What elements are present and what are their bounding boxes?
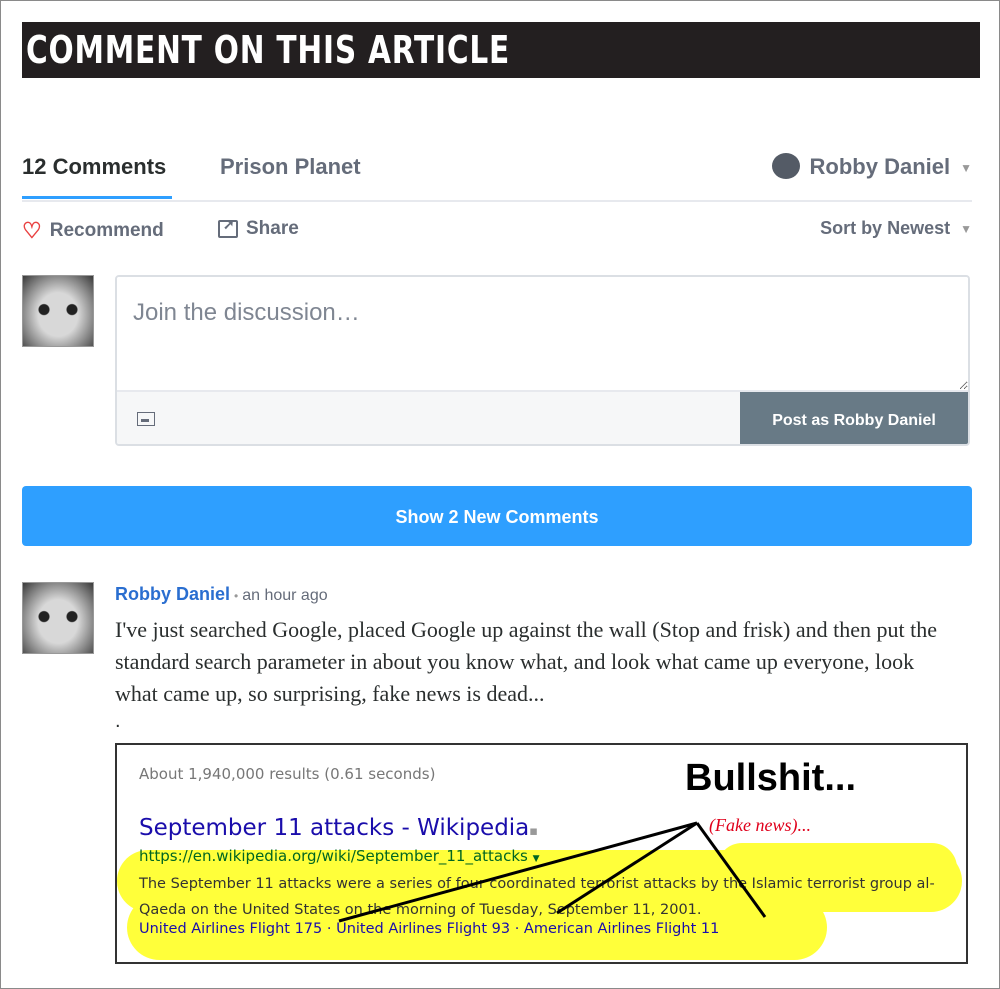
recommend-button[interactable]: ♡ Recommend xyxy=(22,218,164,244)
comment-tabs: 12 Comments Prison Planet Robby Daniel ▼ xyxy=(22,150,972,202)
annotation-small: (Fake news)... xyxy=(709,815,811,835)
image-upload-icon[interactable] xyxy=(137,412,155,426)
avatar[interactable] xyxy=(22,275,94,347)
chevron-down-icon: ▼ xyxy=(960,161,972,176)
separator-dot: • xyxy=(234,589,239,603)
comment-input[interactable] xyxy=(117,277,968,390)
share-button[interactable]: Share xyxy=(218,216,299,240)
post-button[interactable]: Post as Robby Daniel xyxy=(740,392,968,444)
comment-trailing: . xyxy=(115,710,121,732)
comment-author[interactable]: Robby Daniel xyxy=(115,584,230,604)
comment-time[interactable]: an hour ago xyxy=(242,587,327,604)
chevron-down-icon: ▼ xyxy=(960,222,972,237)
section-banner: COMMENT ON THIS ARTICLE xyxy=(22,22,980,78)
actions-bar: ♡ Recommend Share Sort by Newest ▼ xyxy=(22,216,972,248)
tab-site[interactable]: Prison Planet xyxy=(220,154,361,180)
share-icon xyxy=(218,216,238,238)
sort-dropdown[interactable]: Sort by Newest ▼ xyxy=(820,218,972,239)
heart-icon: ♡ xyxy=(22,218,42,243)
arrow-line xyxy=(556,821,698,915)
annotation-big: Bullshit... xyxy=(685,757,856,799)
recommend-label: Recommend xyxy=(49,220,164,241)
arrow-line xyxy=(695,822,767,918)
user-menu[interactable]: Robby Daniel ▼ xyxy=(771,153,972,181)
composer-toolbar: Post as Robby Daniel xyxy=(117,390,968,444)
arrow-line xyxy=(338,821,698,923)
user-bubble-icon xyxy=(771,153,800,180)
embedded-screenshot[interactable]: About 1,940,000 results (0.61 seconds) S… xyxy=(115,743,968,964)
sort-label: Sort by Newest xyxy=(820,218,951,238)
comment-body: I've just searched Google, placed Google… xyxy=(115,617,938,706)
comment-composer: Post as Robby Daniel xyxy=(115,275,970,446)
banner-title: COMMENT ON THIS ARTICLE xyxy=(26,28,511,72)
tab-comments[interactable]: 12 Comments xyxy=(22,154,173,199)
share-label: Share xyxy=(246,218,299,239)
user-name: Robby Daniel xyxy=(809,154,951,179)
show-new-comments-button[interactable]: Show 2 New Comments xyxy=(22,486,972,546)
comment-avatar[interactable] xyxy=(22,582,94,654)
comment-meta: Robby Daniel • an hour ago xyxy=(115,584,328,605)
